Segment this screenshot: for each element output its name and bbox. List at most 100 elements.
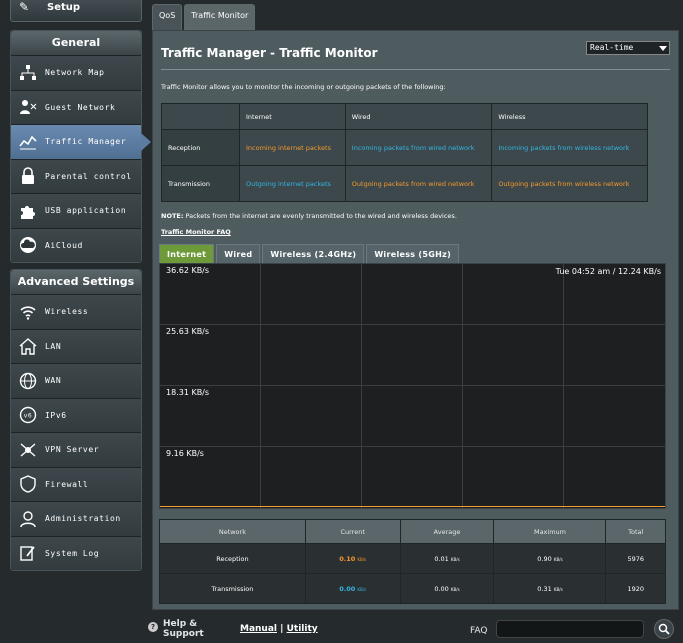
info-cell: Outgoing internet packets xyxy=(239,165,346,202)
tab-traffic-monitor[interactable]: Traffic Monitor xyxy=(184,4,256,30)
info-cell: Incoming packets from wired network xyxy=(344,129,493,166)
y-label: 36.62 KB/s xyxy=(166,266,210,275)
sidebar-item-usb-application[interactable]: USB application xyxy=(11,193,141,228)
sidebar-item-label: LAN xyxy=(45,341,62,351)
globe-icon xyxy=(17,370,39,392)
stats-current: 0.10 KB/s xyxy=(304,543,401,574)
page-title: Traffic Manager - Traffic Monitor xyxy=(161,46,378,60)
mode-select-value: Real-time xyxy=(590,43,634,52)
puzzle-icon xyxy=(17,200,39,222)
log-icon xyxy=(17,542,39,564)
sidebar-item-label: Wireless xyxy=(45,307,89,317)
traffic-graph: 36.62 KB/s 25.63 KB/s 18.31 KB/s 9.16 KB… xyxy=(159,263,666,509)
tab-internet[interactable]: Internet xyxy=(159,244,215,263)
stats-average: 0.01 KB/s xyxy=(399,543,495,574)
sidebar-item-lan[interactable]: LAN xyxy=(11,328,141,363)
setup-button[interactable]: ✎ Setup xyxy=(10,0,142,22)
search-icon xyxy=(658,623,670,635)
sidebar-item-guest-network[interactable]: Guest Network xyxy=(11,89,141,124)
grid-line xyxy=(361,264,362,508)
manual-link[interactable]: Manual xyxy=(240,624,277,634)
sidebar-item-label: VPN Server xyxy=(45,445,100,455)
sidebar-item-firewall[interactable]: Firewall xyxy=(11,466,141,501)
sidebar-item-vpn-server[interactable]: VPN Server xyxy=(11,432,141,467)
sidebar-item-label: Administration xyxy=(45,514,121,524)
sidebar-item-label: Firewall xyxy=(45,479,89,489)
help-line2: Support xyxy=(163,629,204,639)
general-title: General xyxy=(11,31,141,55)
grid-line xyxy=(260,264,261,508)
info-row-label: Transmission xyxy=(161,165,240,202)
y-label: 9.16 KB/s xyxy=(166,449,204,458)
stats-network: Reception xyxy=(159,543,306,574)
traffic-line xyxy=(160,506,665,507)
stats-header: Current xyxy=(304,519,401,544)
tab-qos[interactable]: QoS xyxy=(152,4,183,30)
sidebar-item-label: Parental control xyxy=(45,171,132,181)
user-icon xyxy=(17,508,39,530)
top-tabs: QoS Traffic Monitor xyxy=(152,4,256,30)
title-divider xyxy=(161,69,670,70)
main-panel: Traffic Manager - Traffic Monitor Real-t… xyxy=(152,30,679,610)
general-panel: General Network Map Guest Network Traffi… xyxy=(10,30,151,263)
sidebar-item-system-log[interactable]: System Log xyxy=(11,535,141,570)
ipv6-icon: v6 xyxy=(17,404,39,426)
setup-label: Setup xyxy=(47,1,81,13)
stats-header: Total xyxy=(605,519,666,544)
home-icon xyxy=(17,335,39,357)
svg-text:v6: v6 xyxy=(24,413,33,420)
info-table: Internet Wired Wireless Reception Incomi… xyxy=(161,103,648,202)
utility-link[interactable]: Utility xyxy=(287,624,318,634)
info-row-label: Reception xyxy=(161,129,240,166)
sidebar-item-aicloud[interactable]: AiCloud xyxy=(11,227,141,262)
note-text: Packets from the internet are evenly tra… xyxy=(183,212,457,220)
stats-total: 5976 xyxy=(605,543,666,574)
sidebar-item-label: AiCloud xyxy=(45,240,83,250)
search-button[interactable] xyxy=(654,619,674,639)
traffic-manager-icon xyxy=(17,131,39,153)
stats-average: 0.00 KB/s xyxy=(399,573,495,604)
sidebar-item-ipv6[interactable]: v6 IPv6 xyxy=(11,397,141,432)
sidebar-item-label: Guest Network xyxy=(45,102,116,112)
mode-select[interactable]: Real-time xyxy=(586,41,670,55)
guest-network-icon xyxy=(17,96,39,118)
sidebar-item-label: Network Map xyxy=(45,68,105,78)
stats-current: 0.00 KB/s xyxy=(304,573,401,604)
traffic-monitor-faq-link[interactable]: Traffic Monitor FAQ xyxy=(161,228,231,236)
faq-label: FAQ xyxy=(470,626,488,636)
chevron-down-icon xyxy=(659,46,667,51)
grid-line xyxy=(563,264,564,508)
info-header-wireless: Wireless xyxy=(491,103,648,130)
shield-icon xyxy=(17,473,39,495)
lock-icon xyxy=(17,165,39,187)
stats-table: Network Current Average Maximum Total Re… xyxy=(159,519,666,604)
tab-wireless-5[interactable]: Wireless (5GHz) xyxy=(366,244,460,263)
info-cell: Outgoing packets from wired network xyxy=(344,165,493,202)
help-line1: Help & xyxy=(163,619,198,629)
tab-wireless-24[interactable]: Wireless (2.4GHz) xyxy=(262,244,365,263)
help-support-link[interactable]: Help & Support xyxy=(163,619,204,639)
graph-tabs: Internet Wired Wireless (2.4GHz) Wireles… xyxy=(159,244,460,263)
sidebar-item-wan[interactable]: WAN xyxy=(11,363,141,398)
stats-total: 1920 xyxy=(605,573,666,604)
time-readout: Tue 04:52 am / 12.24 KB/s xyxy=(555,267,661,276)
vpn-icon xyxy=(17,439,39,461)
info-cell: Incoming packets from wireless network xyxy=(491,129,648,166)
manual-utility: Manual | Utility xyxy=(240,624,318,634)
grid-line xyxy=(160,446,665,447)
sidebar-item-administration[interactable]: Administration xyxy=(11,501,141,536)
grid-line xyxy=(462,264,463,508)
sidebar-item-network-map[interactable]: Network Map xyxy=(11,55,141,90)
sidebar-item-traffic-manager[interactable]: Traffic Manager xyxy=(11,124,151,159)
advanced-panel: Advanced Settings Wireless LAN WAN v6 IP… xyxy=(10,269,142,571)
network-map-icon xyxy=(17,62,39,84)
info-header-wired: Wired xyxy=(344,103,493,130)
tab-wired[interactable]: Wired xyxy=(216,244,261,263)
description: Traffic Monitor allows you to monitor th… xyxy=(161,83,446,91)
sidebar-item-wireless[interactable]: Wireless xyxy=(11,294,141,329)
faq-search-input[interactable] xyxy=(496,620,644,638)
info-cell: Incoming internet packets xyxy=(239,129,346,166)
note-bold: NOTE: xyxy=(161,212,184,220)
sidebar-item-label: WAN xyxy=(45,376,62,386)
sidebar-item-parental-control[interactable]: Parental control xyxy=(11,158,141,193)
